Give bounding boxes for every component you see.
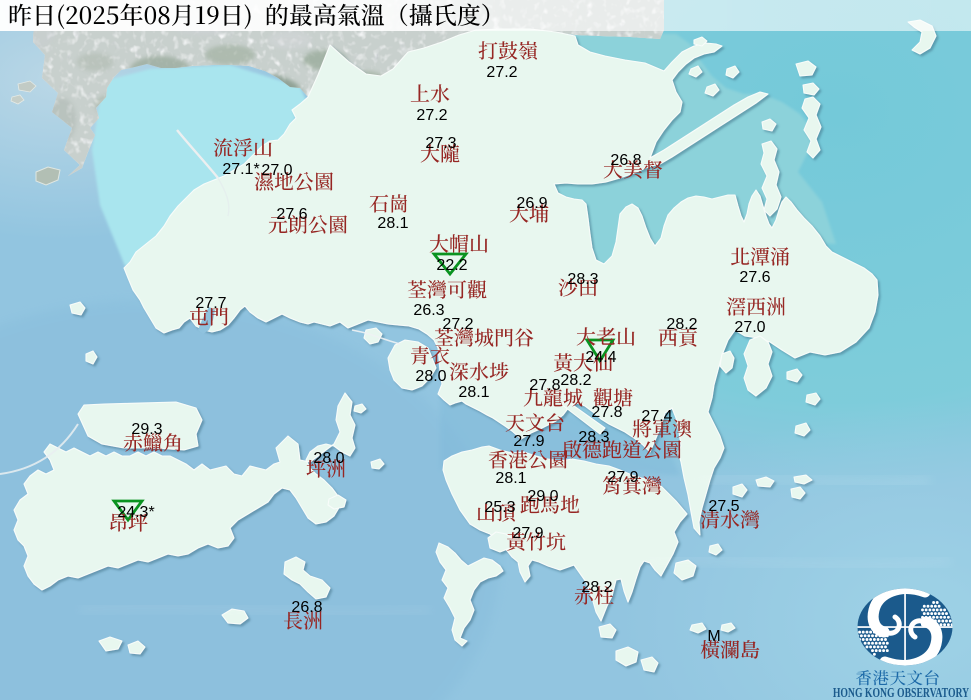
svg-text:27.2: 27.2 — [486, 64, 517, 81]
svg-text:25.3: 25.3 — [484, 499, 515, 516]
svg-text:M: M — [707, 628, 720, 645]
svg-text:26.3: 26.3 — [413, 302, 444, 319]
svg-text:27.2: 27.2 — [416, 107, 447, 124]
svg-text:27.1*: 27.1* — [222, 161, 259, 178]
svg-text:27.9: 27.9 — [512, 525, 543, 542]
svg-text:28.1: 28.1 — [458, 384, 489, 401]
svg-text:HONG KONG OBSERVATORY: HONG KONG OBSERVATORY — [833, 686, 970, 700]
svg-text:27.8: 27.8 — [529, 377, 560, 394]
svg-text:27.3: 27.3 — [425, 135, 456, 152]
svg-text:27.5: 27.5 — [708, 498, 739, 515]
svg-text:26.8: 26.8 — [291, 599, 322, 616]
svg-text:28.3: 28.3 — [578, 429, 609, 446]
svg-text:24.3*: 24.3* — [117, 504, 154, 521]
svg-text:28.2: 28.2 — [666, 316, 697, 333]
svg-text:28.1: 28.1 — [377, 215, 408, 232]
svg-text:27.9: 27.9 — [513, 433, 544, 450]
svg-text:27.8: 27.8 — [591, 404, 622, 421]
svg-text:22.2: 22.2 — [436, 257, 467, 274]
svg-text:28.0: 28.0 — [313, 450, 344, 467]
svg-text:27.4: 27.4 — [641, 408, 672, 425]
svg-text:29.0: 29.0 — [527, 488, 558, 505]
svg-text:27.6: 27.6 — [276, 206, 307, 223]
svg-text:27.9: 27.9 — [607, 469, 638, 486]
svg-text:24.4: 24.4 — [585, 349, 616, 366]
svg-text:28.3: 28.3 — [567, 271, 598, 288]
svg-text:29.3: 29.3 — [131, 421, 162, 438]
svg-text:27.7: 27.7 — [195, 295, 226, 312]
svg-text:26.9: 26.9 — [516, 195, 547, 212]
svg-text:27.0: 27.0 — [734, 319, 765, 336]
svg-text:28.2: 28.2 — [560, 372, 591, 389]
svg-text:28.0: 28.0 — [415, 368, 446, 385]
svg-text:28.2: 28.2 — [581, 579, 612, 596]
svg-text:28.1: 28.1 — [495, 470, 526, 487]
svg-text:26.8: 26.8 — [610, 152, 641, 169]
svg-text:27.0: 27.0 — [261, 162, 292, 179]
svg-text:27.6: 27.6 — [739, 269, 770, 286]
svg-text:27.2: 27.2 — [442, 316, 473, 333]
